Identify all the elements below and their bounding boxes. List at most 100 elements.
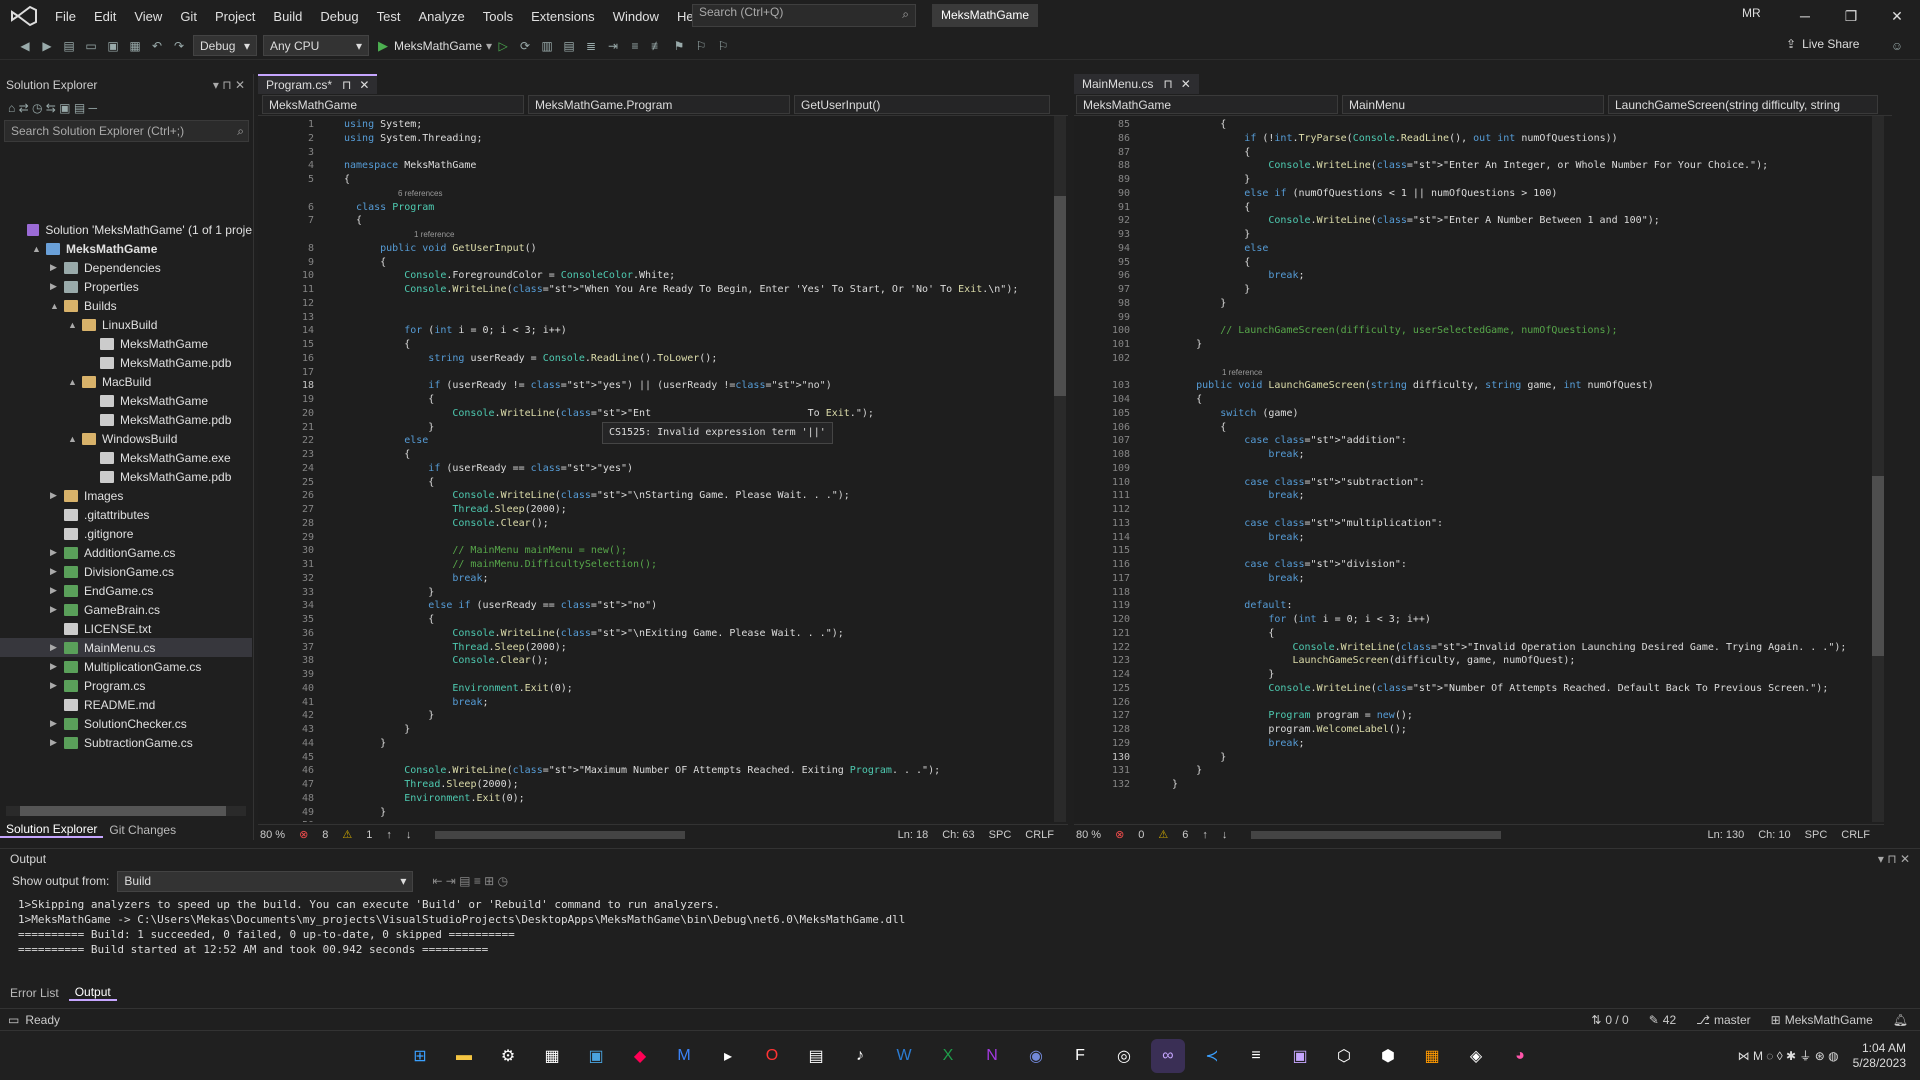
code-line[interactable]: 99 — [1074, 311, 1880, 325]
close-icon[interactable]: ✕ — [1874, 0, 1920, 32]
code-line[interactable]: 5{ — [258, 173, 1056, 187]
notes-icon[interactable]: ▤ — [799, 1039, 833, 1073]
nav-up-icon[interactable]: ↑ — [386, 829, 392, 841]
line-ending[interactable]: CRLF — [1841, 829, 1870, 841]
whitespace-mode[interactable]: SPC — [989, 829, 1012, 841]
code-line[interactable]: 42 } — [258, 709, 1056, 723]
code-line[interactable]: 106 { — [1074, 421, 1880, 435]
terminal-icon[interactable]: ▸ — [711, 1039, 745, 1073]
git-changes-count[interactable]: 0 / 0 — [1605, 1013, 1628, 1027]
menu-git[interactable]: Git — [171, 9, 206, 24]
code-line[interactable]: 104 { — [1074, 393, 1880, 407]
tree-item[interactable]: MeksMathGame — [0, 334, 252, 353]
tree-item[interactable]: Solution 'MeksMathGame' (1 of 1 proje — [0, 220, 252, 239]
code-line[interactable]: 24 if (userReady == class="st">"yes") — [258, 462, 1056, 476]
code-line[interactable]: 130 } — [1074, 751, 1880, 765]
code-line[interactable]: 6 class Program — [258, 201, 1056, 215]
horizontal-scrollbar[interactable] — [435, 830, 686, 839]
code-line[interactable]: 94 else — [1074, 242, 1880, 256]
code-line[interactable]: 39 — [258, 668, 1056, 682]
tree-item[interactable]: ▲ MeksMathGame — [0, 239, 252, 258]
code-line[interactable]: 8 public void GetUserInput() — [258, 242, 1056, 256]
step-icon[interactable]: ⇥ — [604, 37, 622, 55]
ide-icon[interactable]: ▣ — [1283, 1039, 1317, 1073]
code-line[interactable]: 91 { — [1074, 201, 1880, 215]
right-vertical-scrollbar[interactable] — [1872, 116, 1884, 822]
output-tools-icon[interactable]: ⇤ ⇥ ▤ ≡ ⊞ ◷ — [432, 874, 508, 888]
expand-icon[interactable]: ▶ — [50, 737, 60, 748]
code-line[interactable]: 110 case class="st">"subtraction": — [1074, 476, 1880, 490]
code-line[interactable]: 19 { — [258, 393, 1056, 407]
solution-search-input[interactable]: Search Solution Explorer (Ctrl+;) ⌕ — [4, 120, 249, 142]
restore-icon[interactable]: ❐ — [1828, 0, 1874, 32]
tree-item[interactable]: ▶ Dependencies — [0, 258, 252, 277]
code-line[interactable]: 129 break; — [1074, 737, 1880, 751]
menu-test[interactable]: Test — [368, 9, 410, 24]
code-line[interactable]: 30 // MainMenu mainMenu = new(); — [258, 544, 1056, 558]
tree-item[interactable]: ▶ SubtractionGame.cs — [0, 733, 252, 752]
code-line[interactable]: 18 if (userReady != class="st">"yes") ||… — [258, 379, 1056, 393]
menu-build[interactable]: Build — [264, 9, 311, 24]
code-line[interactable]: 16 string userReady = Console.ReadLine()… — [258, 352, 1056, 366]
tray-icons[interactable]: ⋈ M ◌ ◊ ✱ ⏚ ⊛ ◍ — [1738, 1047, 1839, 1064]
expand-icon[interactable]: ▶ — [50, 718, 60, 729]
left-code-editor[interactable]: 1 using System; 2 using System.Threading; 3 4… — [258, 116, 1056, 822]
code-line[interactable]: 50 — [258, 819, 1056, 822]
live-share-button[interactable]: ⇪ Live Share — [1786, 37, 1859, 51]
tree-item[interactable]: ▲ MacBuild — [0, 372, 252, 391]
word-icon[interactable]: W — [887, 1039, 921, 1073]
code-line[interactable]: 126 — [1074, 696, 1880, 710]
start-without-debugging-icon[interactable]: ▷ — [494, 37, 512, 55]
code-line[interactable]: 41 break; — [258, 696, 1056, 710]
tab-solution-explorer[interactable]: Solution Explorer — [0, 822, 104, 838]
type-dropdown[interactable]: MainMenu — [1342, 95, 1604, 114]
tab-program-cs[interactable]: Program.cs* ⊓ ✕ — [258, 74, 378, 94]
expand-icon[interactable]: ▲ — [50, 301, 60, 311]
code-line[interactable]: 125 Console.WriteLine(class="st">"Number… — [1074, 682, 1880, 696]
expand-icon[interactable]: ▲ — [68, 377, 78, 387]
notification-icon[interactable]: 🔔︎ — [1893, 1013, 1908, 1027]
code-line[interactable]: 93 } — [1074, 228, 1880, 242]
code-line[interactable]: 117 break; — [1074, 572, 1880, 586]
code-line[interactable]: 95 { — [1074, 256, 1880, 270]
expand-icon[interactable]: ▶ — [50, 585, 60, 596]
nav-down-icon[interactable]: ↓ — [406, 829, 412, 841]
unreal-icon[interactable]: ⬢ — [1371, 1039, 1405, 1073]
warning-count[interactable]: 1 — [366, 829, 372, 841]
menu-extensions[interactable]: Extensions — [522, 9, 604, 24]
tree-item[interactable]: ▲ LinuxBuild — [0, 315, 252, 334]
forward-icon[interactable]: ▶ — [38, 37, 56, 55]
code-line[interactable]: 17 — [258, 366, 1056, 380]
tree-item[interactable]: MeksMathGame — [0, 391, 252, 410]
expand-icon[interactable]: ▶ — [50, 604, 60, 615]
game-icon[interactable]: F — [1063, 1039, 1097, 1073]
code-line[interactable]: 107 case class="st">"addition": — [1074, 434, 1880, 448]
code-line[interactable]: 44 } — [258, 737, 1056, 751]
clock[interactable]: 1:04 AM 5/28/2023 — [1853, 1041, 1906, 1071]
tree-item[interactable]: .gitattributes — [0, 505, 252, 524]
expand-icon[interactable]: ▲ — [32, 244, 42, 254]
code-line[interactable]: 33 } — [258, 586, 1056, 600]
bookmark-icon[interactable]: ⚑ — [670, 37, 688, 55]
file-explorer-icon[interactable]: ▬ — [447, 1039, 481, 1073]
code-line[interactable]: 25 { — [258, 476, 1056, 490]
pin-icon[interactable]: ⊓ — [342, 78, 351, 92]
music-icon[interactable]: ♪ — [843, 1039, 877, 1073]
code-line[interactable]: 12 — [258, 297, 1056, 311]
pin-icon[interactable]: ▾ ⊓ ✕ — [213, 78, 245, 92]
menu-debug[interactable]: Debug — [311, 9, 367, 24]
code-line[interactable]: 113 case class="st">"multiplication": — [1074, 517, 1880, 531]
code-line[interactable]: 10 Console.ForegroundColor = ConsoleColo… — [258, 269, 1056, 283]
mail-icon[interactable]: M — [667, 1039, 701, 1073]
code-line[interactable]: 14 for (int i = 0; i < 3; i++) — [258, 324, 1056, 338]
code-line[interactable]: 27 Thread.Sleep(2000); — [258, 503, 1056, 517]
line-ending[interactable]: CRLF — [1025, 829, 1054, 841]
code-line[interactable]: 100 // LaunchGameScreen(difficulty, user… — [1074, 324, 1880, 338]
calculator-icon[interactable]: ▦ — [535, 1039, 569, 1073]
panel-controls-icon[interactable]: ▾ ⊓ ✕ — [1878, 852, 1910, 866]
database-icon[interactable]: ≡ — [1239, 1039, 1273, 1073]
code-line[interactable]: 131 } — [1074, 764, 1880, 778]
menu-window[interactable]: Window — [604, 9, 668, 24]
code-line[interactable]: 132 } — [1074, 778, 1880, 792]
expand-icon[interactable]: ▶ — [50, 661, 60, 672]
